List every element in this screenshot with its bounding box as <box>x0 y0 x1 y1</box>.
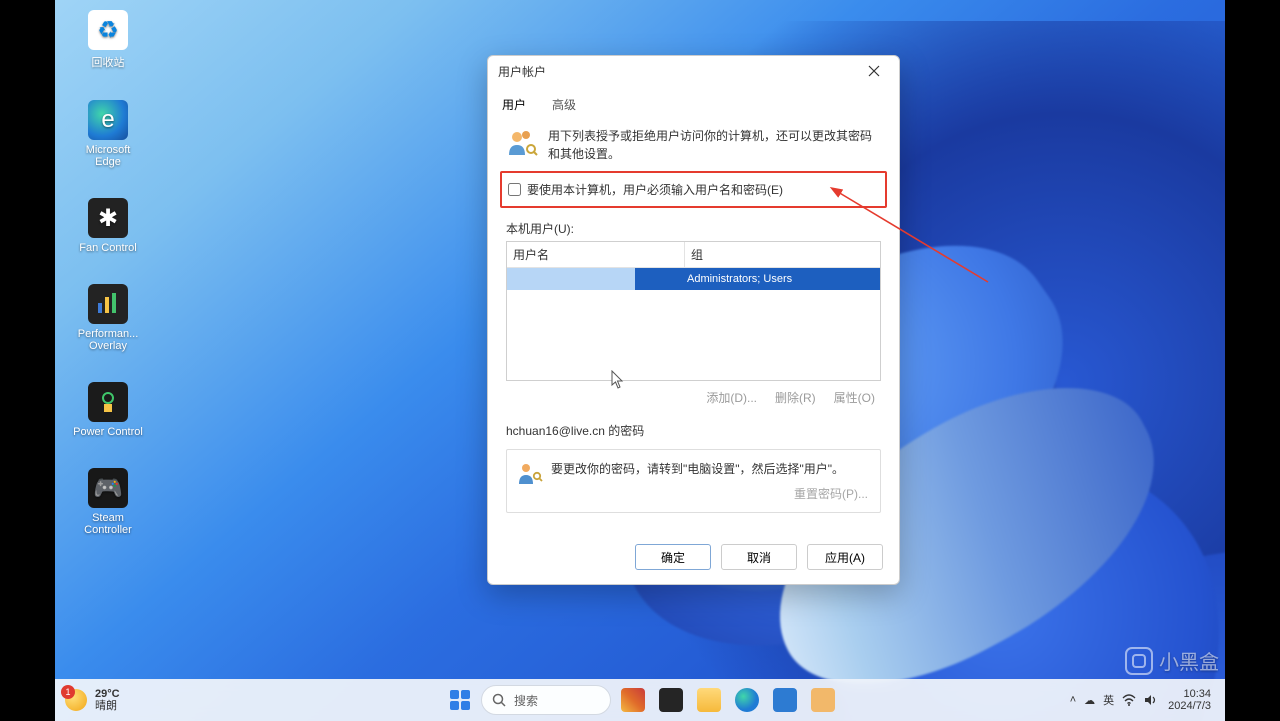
password-section: hchuan16@live.cn 的密码 要更改你的密码，请转到"电脑设置"，然… <box>506 422 881 513</box>
time: 10:34 <box>1168 688 1211 700</box>
weather-icon <box>65 689 87 711</box>
add-button[interactable]: 添加(D)... <box>706 389 757 406</box>
dialog-tabs: 用户 高级 <box>488 86 899 121</box>
clock[interactable]: 10:34 2024/7/3 <box>1168 688 1211 712</box>
recycle-bin-icon[interactable]: ♻回收站 <box>73 10 143 70</box>
require-password-checkbox[interactable] <box>508 183 521 196</box>
onedrive-icon[interactable]: ☁ <box>1084 694 1095 707</box>
icon-label: Microsoft Edge <box>73 144 143 168</box>
file-explorer-icon[interactable] <box>697 688 721 712</box>
close-button[interactable] <box>859 57 889 85</box>
ime-indicator[interactable]: 英 <box>1103 692 1114 708</box>
user-list-header: 用户名 组 <box>507 242 880 268</box>
icon-label: Steam Controller <box>73 512 143 536</box>
dialog-title: 用户帐户 <box>498 63 546 80</box>
col-username[interactable]: 用户名 <box>507 242 685 267</box>
weather-cond: 晴朗 <box>95 700 120 712</box>
weather-temp: 29°C <box>95 688 120 700</box>
search-icon <box>492 693 506 707</box>
user-accounts-dialog: 用户帐户 用户 高级 用下列表授予或拒绝用户访问你的计算机，还可以更改其密码和其… <box>487 55 900 585</box>
tab-advanced[interactable]: 高级 <box>552 92 576 117</box>
user-row[interactable]: Administrators; Users <box>507 268 880 290</box>
netplwiz-icon[interactable] <box>811 688 835 712</box>
taskbar-center: 搜索 <box>445 685 835 715</box>
taskbar-tray: ˄ ☁ 英 10:34 2024/7/3 <box>1070 688 1225 712</box>
wifi-icon[interactable] <box>1122 694 1136 706</box>
edge-icon[interactable]: eMicrosoft Edge <box>73 100 143 168</box>
search-placeholder: 搜索 <box>514 692 538 709</box>
power-control-icon[interactable]: Power Control <box>73 382 143 438</box>
taskbar-pinned-apps <box>621 688 835 712</box>
reset-password-button[interactable]: 重置密码(P)... <box>794 485 868 502</box>
fan-control-icon[interactable]: ✱Fan Control <box>73 198 143 254</box>
performance-overlay-icon[interactable]: Performan... Overlay <box>73 284 143 352</box>
icon-label: Power Control <box>73 426 143 438</box>
tab-users[interactable]: 用户 <box>502 92 526 117</box>
remove-button[interactable]: 删除(R) <box>775 389 816 406</box>
intro-section: 用下列表授予或拒绝用户访问你的计算机，还可以更改其密码和其他设置。 <box>488 121 899 171</box>
apply-button[interactable]: 应用(A) <box>807 544 883 570</box>
steam-controller-icon[interactable]: 🎮Steam Controller <box>73 468 143 536</box>
intro-text: 用下列表授予或拒绝用户访问你的计算机，还可以更改其密码和其他设置。 <box>548 127 881 163</box>
store-icon[interactable] <box>773 688 797 712</box>
watermark-icon <box>1125 647 1153 675</box>
user-action-buttons: 添加(D)... 删除(R) 属性(O) <box>488 381 899 406</box>
search-box[interactable]: 搜索 <box>481 685 611 715</box>
dialog-footer-buttons: 确定 取消 应用(A) <box>635 544 883 570</box>
start-button[interactable] <box>445 685 475 715</box>
letterbox-right <box>1225 0 1280 721</box>
desktop[interactable]: ♻回收站 eMicrosoft Edge ✱Fan Control Perfor… <box>55 0 1225 721</box>
watermark-text: 小黑盒 <box>1159 646 1219 675</box>
cancel-button[interactable]: 取消 <box>721 544 797 570</box>
cell-username <box>507 268 635 290</box>
date: 2024/7/3 <box>1168 700 1211 712</box>
cell-group: Administrators; Users <box>635 268 880 290</box>
edge-taskbar-icon[interactable] <box>735 688 759 712</box>
icon-label: Fan Control <box>79 242 136 254</box>
tray-chevron-icon[interactable]: ˄ <box>1070 694 1076 706</box>
pinned-app-2[interactable] <box>659 688 683 712</box>
ok-button[interactable]: 确定 <box>635 544 711 570</box>
watermark: 小黑盒 <box>1125 646 1219 675</box>
require-password-label: 要使用本计算机，用户必须输入用户名和密码(E) <box>527 181 783 198</box>
require-password-row[interactable]: 要使用本计算机，用户必须输入用户名和密码(E) <box>500 171 887 208</box>
desktop-icons: ♻回收站 eMicrosoft Edge ✱Fan Control Perfor… <box>73 10 143 536</box>
users-key-icon <box>506 127 538 159</box>
letterbox-left <box>0 0 55 721</box>
volume-icon[interactable] <box>1144 694 1158 706</box>
user-key-icon <box>517 460 543 486</box>
dialog-titlebar[interactable]: 用户帐户 <box>488 56 899 86</box>
taskbar-weather[interactable]: 29°C 晴朗 <box>55 688 225 712</box>
pinned-app-1[interactable] <box>621 688 645 712</box>
password-hint: 要更改你的密码，请转到"电脑设置"，然后选择"用户"。 <box>551 460 844 477</box>
taskbar[interactable]: 29°C 晴朗 搜索 ˄ ☁ 英 <box>55 679 1225 721</box>
col-group[interactable]: 组 <box>685 242 880 267</box>
icon-label: Performan... Overlay <box>73 328 143 352</box>
userlist-label: 本机用户(U): <box>488 208 899 239</box>
user-list[interactable]: 用户名 组 Administrators; Users <box>506 241 881 381</box>
password-section-title: hchuan16@live.cn 的密码 <box>506 422 881 439</box>
properties-button[interactable]: 属性(O) <box>834 389 875 406</box>
icon-label: 回收站 <box>92 54 125 70</box>
